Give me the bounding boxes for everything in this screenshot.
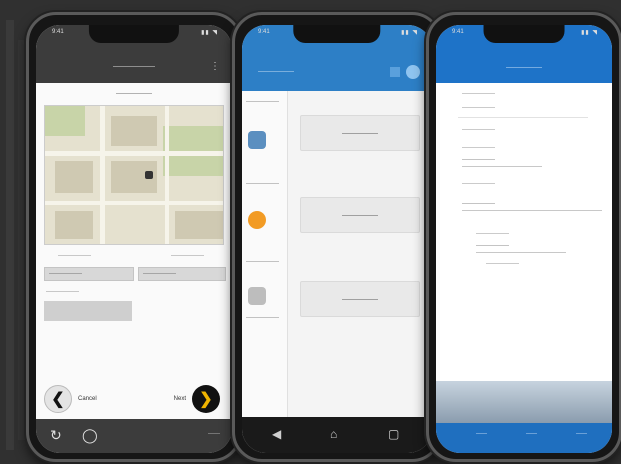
app-bar-title: —————— <box>506 65 542 71</box>
action-card[interactable]: —————— <box>300 115 420 151</box>
side-label: —————— <box>246 259 279 265</box>
side-label: —————— <box>246 181 279 187</box>
back-icon[interactable]: ◀ <box>272 427 281 441</box>
map-road <box>165 106 169 244</box>
chevron-right-icon: ❯ <box>199 391 213 408</box>
phone-notch <box>88 25 180 43</box>
header-title: —————— <box>113 63 155 70</box>
phone-mockup-2: 9:41 ▮▮ ◥ —————— —————— —————— —————— ——… <box>232 12 442 462</box>
phone-notch <box>293 25 381 43</box>
system-nav-bar: ◀ ⌂ ▢ <box>242 417 432 453</box>
form-input[interactable]: —————— <box>462 201 602 211</box>
globe-icon[interactable] <box>248 131 266 149</box>
phone-1-screen: 9:41 ▮▮ ◥ —————— ⋮ —————— —————— —————— … <box>36 25 232 453</box>
section-subtitle: —————— <box>116 91 152 97</box>
map-road <box>45 151 223 156</box>
action-card[interactable]: —————— <box>300 197 420 233</box>
map-road <box>45 201 223 205</box>
backdrop-stripe <box>6 20 14 450</box>
map-block <box>55 161 93 193</box>
status-icons: ▮▮ ◥ <box>401 30 418 36</box>
status-time: 9:41 <box>52 29 64 35</box>
form-text: —————— <box>486 261 519 267</box>
status-icons: ▮▮ ◥ <box>201 30 218 36</box>
form-text: —————— <box>462 105 495 111</box>
status-icons: ▮▮ ◥ <box>581 30 598 36</box>
settings-icon[interactable] <box>406 65 420 79</box>
field-label-left: —————— <box>58 253 91 259</box>
divider <box>458 117 588 118</box>
form-input[interactable]: —————— <box>476 243 566 253</box>
form-input[interactable]: —————— <box>462 157 542 167</box>
map-block <box>111 116 157 146</box>
form-text: —————— <box>476 231 509 237</box>
field-labels-row: —————— —————— <box>44 253 224 265</box>
home-icon[interactable]: ⌂ <box>330 427 337 441</box>
backdrop-stripe <box>18 40 26 440</box>
location-icon[interactable] <box>248 211 266 229</box>
map-view[interactable] <box>44 105 224 245</box>
phone-3-screen: 9:41 ▮▮ ◥ —————— —————— —————— —————— ——… <box>436 25 612 453</box>
bottom-tab[interactable]: —— <box>476 431 487 437</box>
side-panel: —————— —————— —————— —————— <box>242 91 288 417</box>
back-button[interactable]: ❮ <box>44 385 72 413</box>
bottom-tab[interactable]: —— <box>526 431 537 437</box>
side-label: —————— <box>246 99 279 105</box>
wizard-navigation: ❮ Cancel Next ❯ <box>36 379 232 419</box>
map-pin-icon[interactable] <box>145 171 153 179</box>
status-time: 9:41 <box>452 29 464 35</box>
back-label[interactable]: Cancel <box>78 396 97 402</box>
field-value-left[interactable]: —————— <box>44 267 134 281</box>
bottom-toolbar: ↻ ◯ —— <box>36 419 232 453</box>
phone-mockup-3: 9:41 ▮▮ ◥ —————— —————— —————— —————— ——… <box>426 12 621 462</box>
form-text: —————— <box>462 127 495 133</box>
map-road <box>100 106 105 244</box>
bottom-tab-bar: —— —— —— <box>436 423 612 453</box>
recent-apps-icon[interactable]: ▢ <box>388 427 399 441</box>
bottom-toolbar-text: —— <box>208 431 220 437</box>
form-text: —————— <box>462 181 495 187</box>
map-block <box>175 211 223 239</box>
field-label-b: —————— <box>46 289 79 295</box>
refresh-icon[interactable]: ↻ <box>50 427 62 444</box>
map-park <box>45 106 85 136</box>
action-card[interactable]: —————— <box>300 281 420 317</box>
form-text: —————— <box>462 91 495 97</box>
side-label: —————— <box>246 315 279 321</box>
phone-2-screen: 9:41 ▮▮ ◥ —————— —————— —————— —————— ——… <box>242 25 432 453</box>
phone-mockup-1: 9:41 ▮▮ ◥ —————— ⋮ —————— —————— —————— … <box>26 12 242 462</box>
field-value-right[interactable]: —————— <box>138 267 226 281</box>
more-menu-icon[interactable]: ⋮ <box>210 61 220 72</box>
chevron-left-icon: ❮ <box>51 391 65 408</box>
map-block <box>55 211 93 239</box>
footer-photo <box>436 381 612 423</box>
next-button[interactable]: ❯ <box>192 385 220 413</box>
list-icon[interactable] <box>390 67 400 77</box>
phone-notch <box>483 25 565 43</box>
app-bar-title: —————— <box>258 69 294 75</box>
document-icon[interactable] <box>248 287 266 305</box>
status-time: 9:41 <box>258 29 270 35</box>
next-label[interactable]: Next <box>174 396 186 402</box>
field-label-right: —————— <box>171 253 204 259</box>
input-box[interactable] <box>44 301 132 321</box>
form-text: —————— <box>462 145 495 151</box>
bottom-tab[interactable]: —— <box>576 431 587 437</box>
record-icon[interactable]: ◯ <box>82 427 98 444</box>
